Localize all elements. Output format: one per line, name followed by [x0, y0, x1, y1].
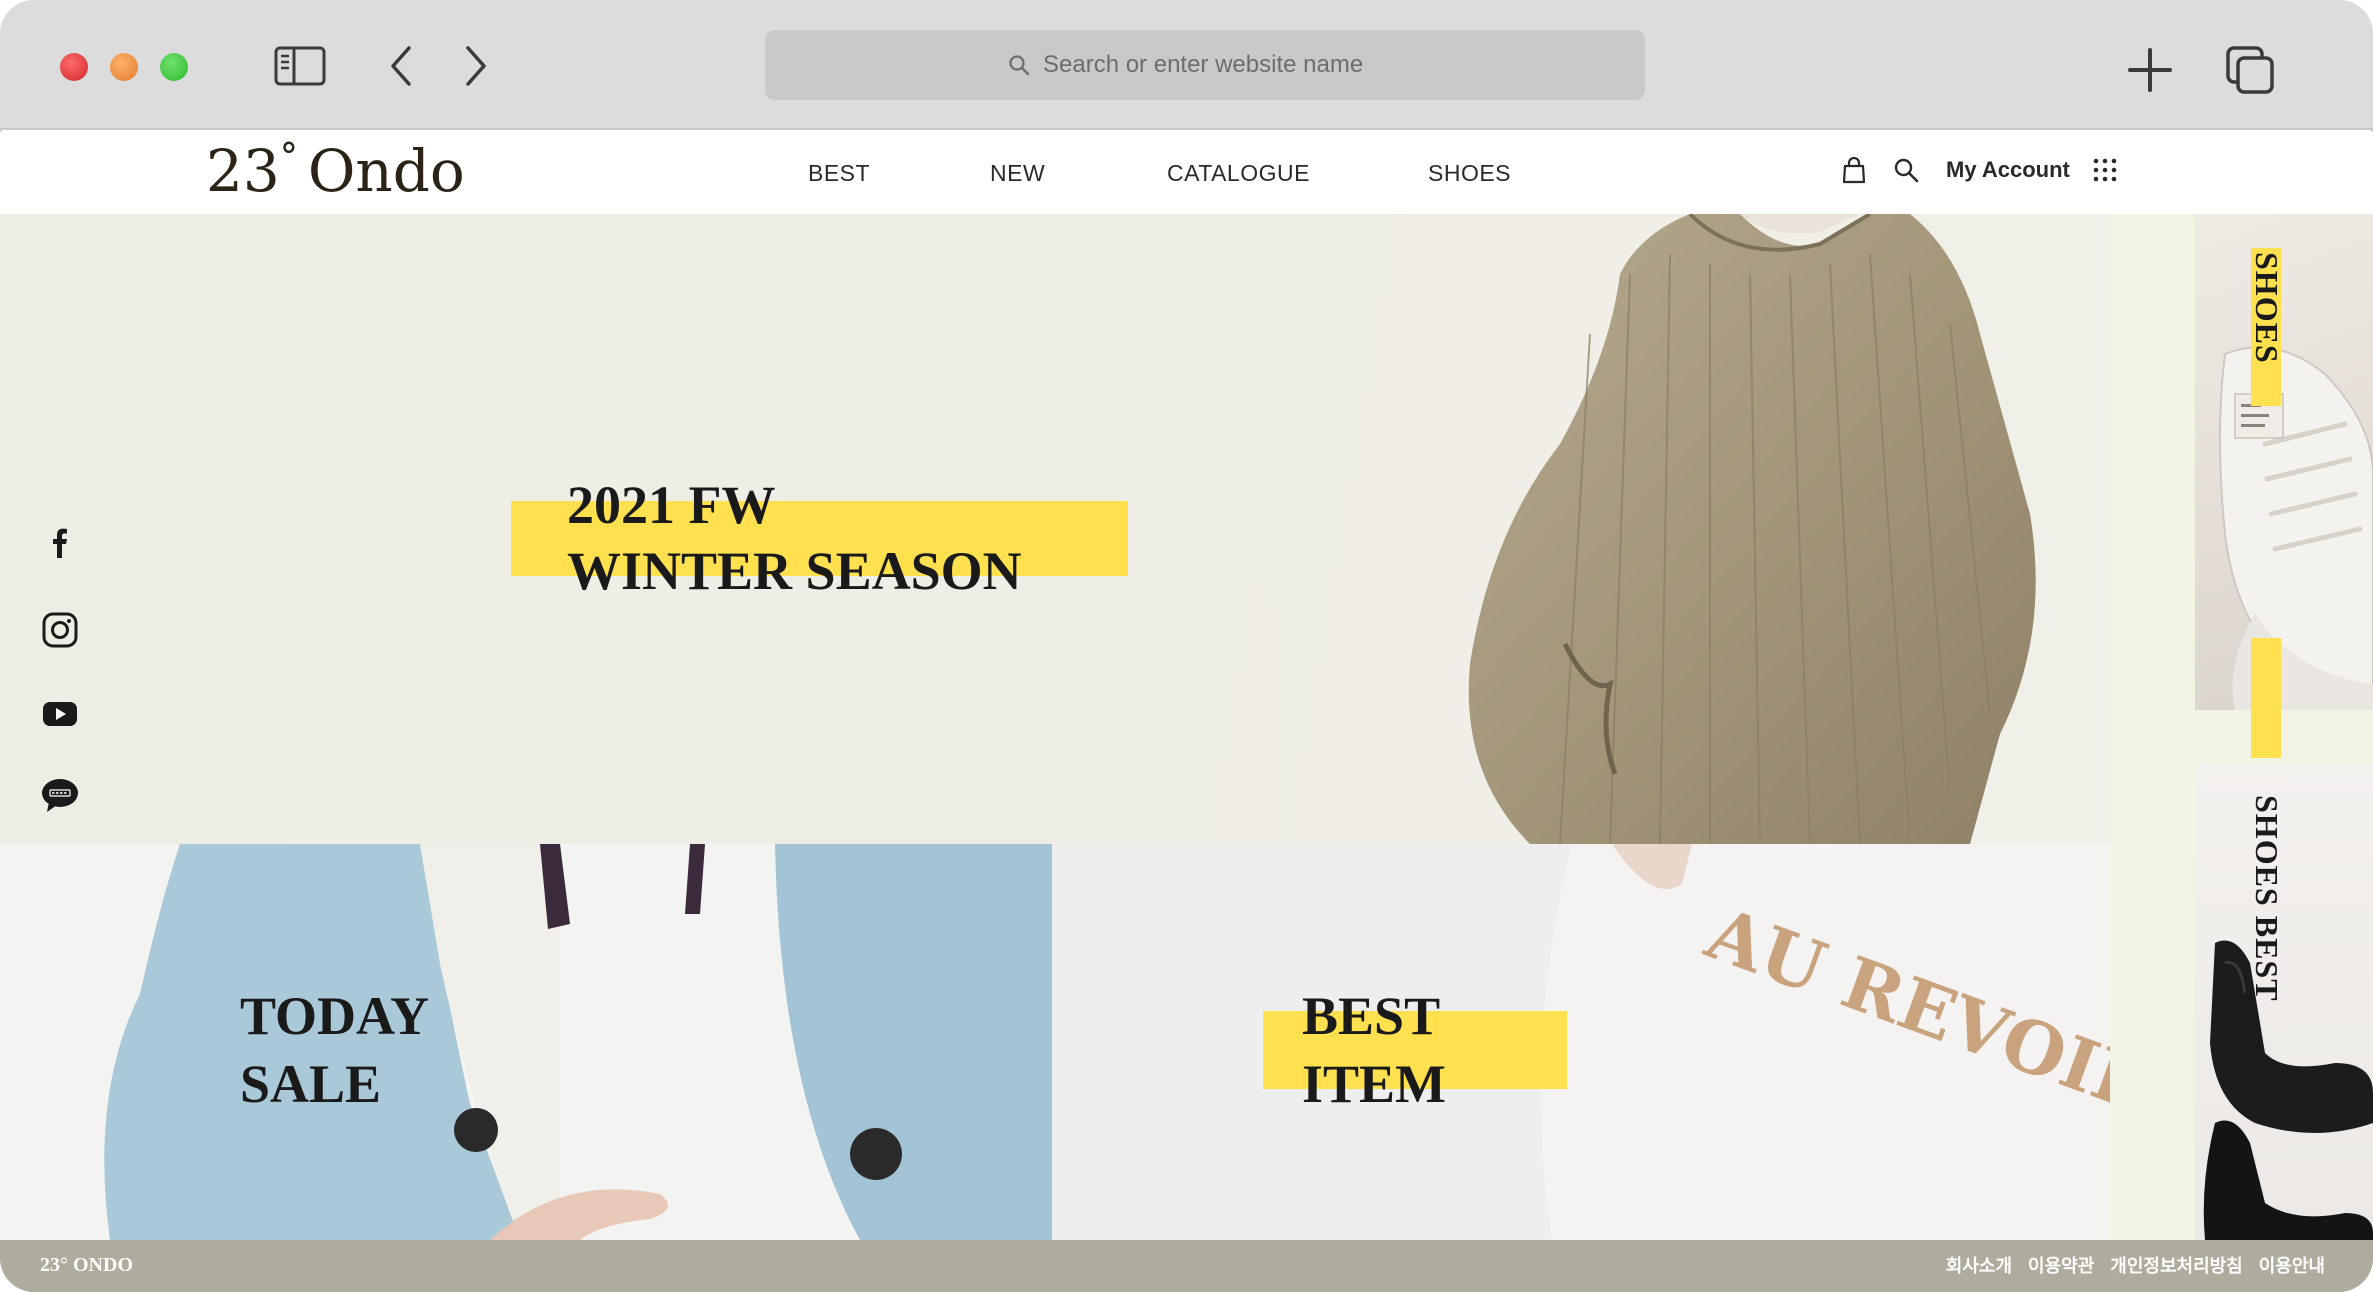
browser-toolbar [0, 0, 2373, 130]
hero-title: 2021 FW WINTER SEASON [567, 472, 1022, 604]
today-sale-tile[interactable]: TODAY SALE [0, 844, 1052, 1240]
address-input[interactable] [1043, 51, 1403, 79]
address-bar[interactable] [765, 30, 1645, 100]
instagram-link[interactable] [38, 608, 82, 652]
facebook-icon [53, 528, 67, 558]
site-logo[interactable]: 23 ° Ondo [206, 132, 465, 214]
cart-button[interactable] [1836, 152, 1872, 188]
youtube-link[interactable] [38, 692, 82, 736]
best-item-line-2: ITEM [1302, 1054, 1447, 1114]
new-tab-button[interactable] [2122, 44, 2178, 96]
browser-window: 23°Ondo BEST NEW CATALOGUE SHOES My Acco… [0, 0, 2373, 1292]
blazer-model-image [104, 844, 1052, 1240]
sidebar-icon [274, 46, 326, 86]
menu-grid-button[interactable] [2087, 152, 2123, 188]
my-account-link[interactable]: My Account [1946, 157, 2070, 183]
today-sale-title: TODAY SALE [240, 982, 429, 1118]
maximize-window-button[interactable] [160, 53, 188, 81]
hero-title-line-1: 2021 FW [567, 475, 776, 535]
back-icon [391, 46, 411, 86]
forward-icon [466, 46, 486, 86]
sidebar-toggle-button[interactable] [272, 40, 328, 92]
tabs-overview-icon [2226, 46, 2274, 94]
best-item-title: BEST ITEM [1302, 982, 1446, 1118]
close-window-button[interactable] [60, 53, 88, 81]
best-item-tile[interactable]: AU REVOIR BEST ITEM [1052, 844, 2110, 1240]
site-search-button[interactable] [1888, 152, 1924, 188]
facebook-link[interactable] [38, 521, 82, 565]
footer-logo: 23° ONDO [40, 1254, 133, 1276]
kakaotalk-link[interactable] [38, 774, 82, 818]
footer-link-about[interactable]: 회사소개 [1946, 1252, 2012, 1278]
shoes-label: SHOES [2249, 252, 2285, 364]
hero-model-image [1468, 214, 2036, 844]
nav-item-new[interactable]: NEW [990, 160, 1045, 187]
shoes-best-label: SHOES BEST [2249, 795, 2285, 1002]
logo-number: 23 [206, 137, 280, 205]
bag-icon [1842, 156, 1866, 184]
new-tab-icon [2128, 48, 2172, 92]
site-header: 23 ° Ondo BEST NEW CATALOGUE SHOES My Acco… [0, 132, 2373, 214]
today-sale-line-2: SALE [240, 1054, 382, 1114]
best-item-line-1: BEST [1302, 986, 1441, 1046]
site-footer: 23° ONDO 회사소개 이용약관 개인정보처리방침 이용안내 [0, 1240, 2373, 1292]
hero-title-line-2: WINTER SEASON [567, 541, 1022, 601]
footer-link-privacy[interactable]: 개인정보처리방침 [2110, 1252, 2242, 1278]
kakaotalk-icon [42, 779, 78, 812]
nav-item-best[interactable]: BEST [808, 160, 870, 187]
nav-item-catalogue[interactable]: CATALOGUE [1167, 160, 1310, 187]
grid-menu-icon [2093, 158, 2117, 182]
logo-degree: ° [279, 137, 298, 178]
footer-link-terms[interactable]: 이용약관 [2028, 1252, 2094, 1278]
back-button[interactable] [373, 40, 429, 92]
footer-links: 회사소개 이용약관 개인정보처리방침 이용안내 [1946, 1252, 2325, 1278]
today-sale-line-1: TODAY [240, 986, 430, 1046]
tabs-overview-button[interactable] [2222, 44, 2278, 96]
minimize-window-button[interactable] [110, 53, 138, 81]
search-icon [1009, 55, 1030, 76]
logo-name: Ondo [307, 137, 465, 205]
youtube-icon [43, 702, 77, 726]
forward-button[interactable] [448, 40, 504, 92]
hero-banner[interactable]: 2021 FW WINTER SEASON [0, 214, 2110, 844]
search-icon [1894, 158, 1919, 183]
nav-item-shoes[interactable]: SHOES [1428, 160, 1511, 187]
instagram-icon [42, 612, 78, 648]
shoes-best-label-highlight [2251, 638, 2281, 758]
sweatshirt-model-image: AU REVOIR [1540, 844, 2110, 1240]
footer-link-guide[interactable]: 이용안내 [2259, 1252, 2325, 1278]
